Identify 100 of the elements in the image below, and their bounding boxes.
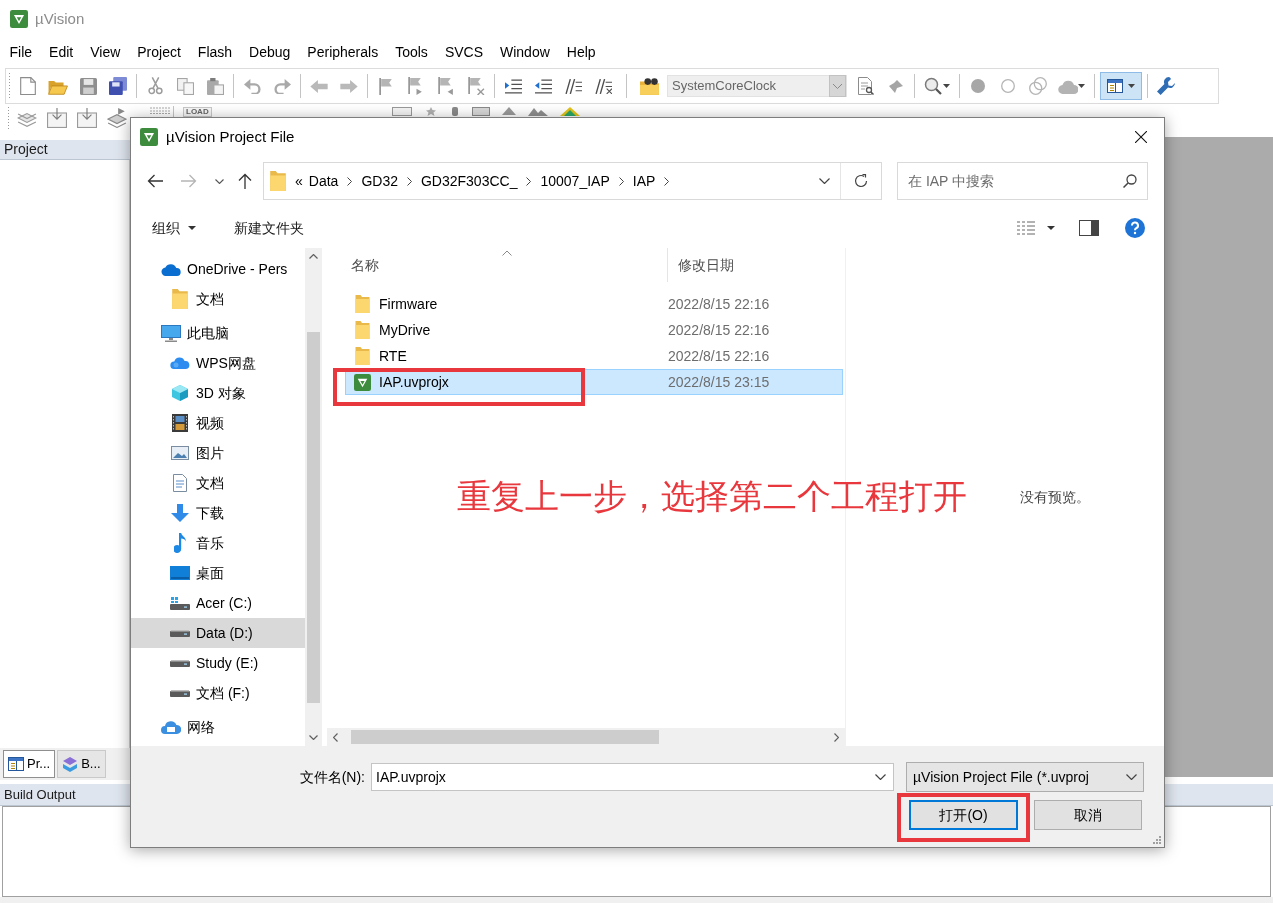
pin-icon[interactable] bbox=[449, 107, 460, 116]
find-dropdown[interactable]: SystemCoreClock bbox=[667, 75, 847, 97]
grip-handle-icon[interactable] bbox=[7, 107, 10, 129]
panel-layout-icon[interactable] bbox=[1079, 220, 1099, 236]
menu-item[interactable]: Edit bbox=[40, 41, 82, 63]
nav-item[interactable]: 图片 bbox=[131, 438, 305, 468]
toolbar-button[interactable]: 新建文件夹 bbox=[234, 219, 304, 237]
search-field[interactable]: 在 IAP 中搜索 bbox=[897, 162, 1148, 200]
tray-arrow-icon[interactable] bbox=[47, 108, 67, 128]
nav-item[interactable]: Data (D:) bbox=[131, 618, 305, 648]
refresh-icon[interactable] bbox=[854, 174, 868, 188]
dropdown-button[interactable]: 组织 bbox=[152, 219, 196, 237]
scrollbar-thumb[interactable] bbox=[307, 332, 320, 703]
blank-page-icon[interactable] bbox=[20, 77, 36, 95]
menu-item[interactable]: Window bbox=[491, 41, 559, 63]
nav-item[interactable]: 此电脑 bbox=[131, 318, 305, 348]
chevron-down-icon[interactable] bbox=[214, 178, 224, 184]
wrench-icon[interactable] bbox=[1157, 77, 1175, 95]
copy-icon[interactable] bbox=[176, 77, 194, 95]
chevron-down-icon[interactable] bbox=[819, 178, 830, 184]
breadcrumb-item[interactable]: 10007_IAP bbox=[537, 170, 613, 192]
caret-icon[interactable] bbox=[1047, 226, 1055, 230]
clipboard-icon[interactable] bbox=[206, 77, 224, 95]
grip-handle-icon[interactable] bbox=[8, 73, 11, 99]
dialog-button[interactable]: 打开(O) bbox=[909, 800, 1018, 830]
breadcrumb-item[interactable]: IAP bbox=[629, 170, 659, 192]
nav-item[interactable]: Acer (C:) bbox=[131, 588, 305, 618]
caret-icon[interactable] bbox=[1078, 84, 1085, 88]
menu-item[interactable]: Help bbox=[558, 41, 605, 63]
help-icon[interactable] bbox=[1125, 218, 1145, 238]
nav-item[interactable]: 网络 bbox=[131, 712, 305, 742]
ring-icon[interactable] bbox=[1001, 79, 1015, 93]
flag-icon[interactable] bbox=[437, 77, 455, 95]
stacked-layers-icon[interactable] bbox=[107, 108, 127, 128]
folder-binoculars-icon[interactable] bbox=[640, 77, 660, 95]
window-outline-icon[interactable] bbox=[391, 107, 412, 116]
list-view-icon[interactable] bbox=[1017, 221, 1035, 235]
menu-item[interactable]: Peripherals bbox=[298, 41, 387, 63]
address-bar[interactable]: « Data GD32 GD32F303CC_ 10007_IAP IAP bbox=[263, 162, 882, 200]
nav-item[interactable]: 桌面 bbox=[131, 558, 305, 588]
menu-item[interactable]: SVCS bbox=[436, 41, 492, 63]
magnifier-icon[interactable] bbox=[924, 77, 942, 95]
file-row[interactable]: IAP.uvprojx 2022/8/15 23:15 bbox=[345, 369, 843, 395]
menu-item[interactable]: Tools bbox=[386, 41, 437, 63]
file-name-field[interactable]: IAP.uvprojx bbox=[371, 763, 894, 791]
file-row[interactable]: MyDrive 2022/8/15 22:16 bbox=[345, 317, 843, 343]
dialog-button[interactable]: 取消 bbox=[1034, 800, 1142, 830]
panel-tab[interactable]: B... bbox=[57, 750, 106, 778]
menu-item[interactable]: Flash bbox=[189, 41, 241, 63]
vertical-scrollbar[interactable] bbox=[305, 248, 322, 746]
file-type-dropdown[interactable]: µVision Project File (*.uvproj bbox=[906, 762, 1144, 792]
left-arrow-icon[interactable] bbox=[147, 174, 163, 188]
uncomment-slashes-icon[interactable] bbox=[594, 78, 612, 94]
indent-icon[interactable] bbox=[504, 78, 522, 94]
tray-arrow-icon[interactable] bbox=[77, 108, 97, 128]
menu-item[interactable]: Debug bbox=[240, 41, 299, 63]
undo-icon[interactable] bbox=[243, 78, 261, 94]
file-row[interactable]: Firmware 2022/8/15 22:16 bbox=[345, 291, 843, 317]
close-icon[interactable] bbox=[1135, 131, 1147, 143]
nav-item[interactable]: 3D 对象 bbox=[131, 378, 305, 408]
pointer-icon[interactable] bbox=[887, 78, 905, 94]
breadcrumb-overflow[interactable]: « bbox=[292, 170, 306, 192]
menu-item[interactable]: Project bbox=[128, 41, 190, 63]
flag-icon[interactable] bbox=[467, 77, 485, 95]
nav-item[interactable]: 音乐 bbox=[131, 528, 305, 558]
page-search-icon[interactable] bbox=[858, 77, 874, 95]
nav-item[interactable]: Study (E:) bbox=[131, 648, 305, 678]
breadcrumb-item[interactable]: GD32F303CC_ bbox=[417, 170, 521, 192]
nav-item[interactable]: 视频 bbox=[131, 408, 305, 438]
outdent-icon[interactable] bbox=[534, 78, 552, 94]
diamond-stack-icon[interactable] bbox=[559, 107, 580, 116]
right-arrow-icon[interactable] bbox=[181, 174, 197, 188]
redo-icon[interactable] bbox=[273, 78, 291, 94]
menu-item[interactable]: File bbox=[1, 41, 41, 63]
menu-item[interactable]: View bbox=[81, 41, 129, 63]
nav-item[interactable]: 文档 bbox=[131, 468, 305, 498]
floppy-disks-icon[interactable] bbox=[109, 77, 127, 95]
nav-item[interactable]: WPS网盘 bbox=[131, 348, 305, 378]
nav-item[interactable]: 下载 bbox=[131, 498, 305, 528]
up-arrow-icon[interactable] bbox=[238, 173, 252, 189]
window-layout-button[interactable] bbox=[1100, 72, 1142, 100]
breadcrumb-item[interactable]: Data bbox=[305, 170, 342, 192]
caret-icon[interactable] bbox=[943, 84, 950, 88]
sparkle-icon[interactable] bbox=[423, 107, 438, 116]
nav-item[interactable]: 文档 bbox=[131, 284, 305, 314]
column-header[interactable]: 名称 bbox=[327, 248, 668, 282]
linked-rings-icon[interactable] bbox=[1029, 77, 1047, 95]
nav-item[interactable]: OneDrive - Pers bbox=[131, 254, 305, 284]
horizontal-scrollbar[interactable] bbox=[327, 728, 845, 746]
chevron-down-icon[interactable] bbox=[875, 774, 886, 780]
comment-slashes-icon[interactable] bbox=[564, 78, 582, 94]
nav-item[interactable]: 文档 (F:) bbox=[131, 678, 305, 708]
panel-tab[interactable]: Pr... bbox=[3, 750, 56, 778]
dotted-grid-icon[interactable] bbox=[150, 107, 170, 114]
filled-circle-icon[interactable] bbox=[971, 79, 985, 93]
file-row[interactable]: RTE 2022/8/15 22:16 bbox=[345, 343, 843, 369]
scissors-icon[interactable] bbox=[147, 77, 163, 95]
column-header[interactable]: 修改日期 bbox=[668, 248, 845, 282]
breadcrumb-item[interactable]: GD32 bbox=[358, 170, 401, 192]
right-arrow-icon[interactable] bbox=[340, 79, 358, 93]
